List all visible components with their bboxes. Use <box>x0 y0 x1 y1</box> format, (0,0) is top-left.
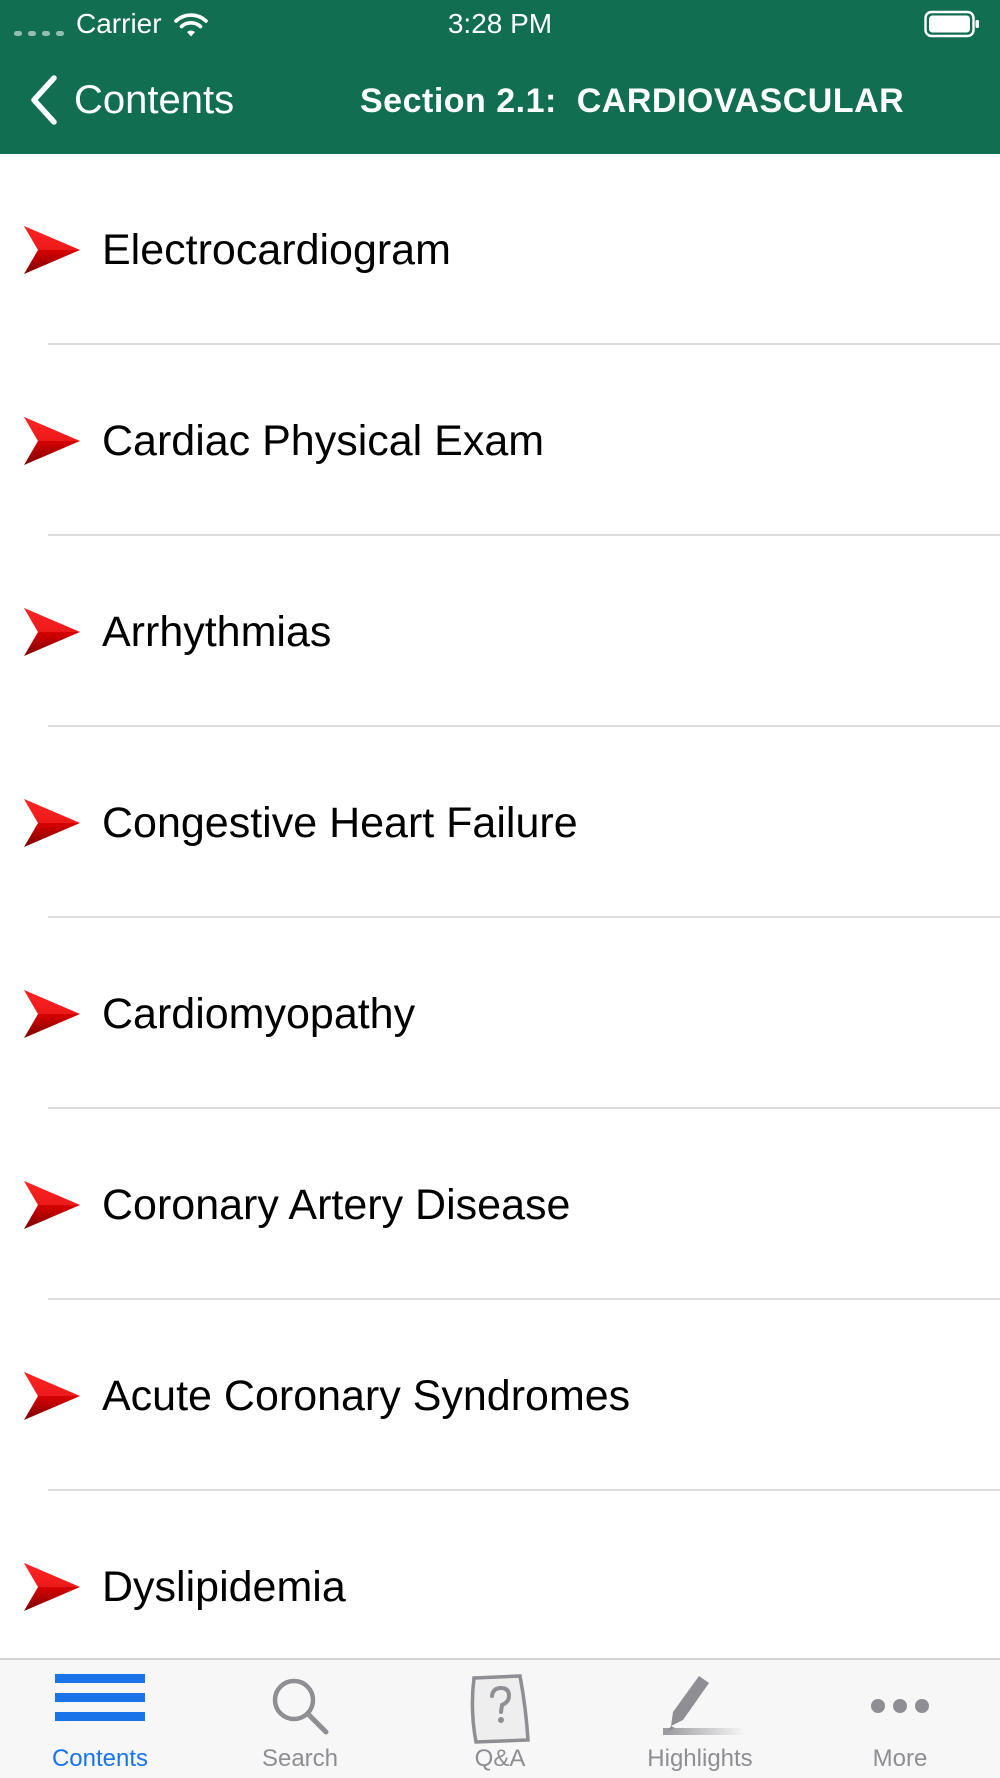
list-item-coronary-artery-disease[interactable]: Coronary Artery Disease <box>0 1109 1000 1300</box>
list-item-label: Cardiac Physical Exam <box>102 417 545 465</box>
tab-highlights[interactable]: Highlights <box>600 1660 800 1778</box>
tab-label: More <box>872 1745 928 1772</box>
tab-label: Search <box>261 1745 339 1772</box>
back-button[interactable]: Contents <box>26 68 234 132</box>
list-item-arrhythmias[interactable]: Arrhythmias <box>0 536 1000 727</box>
list-item-label: Coronary Artery Disease <box>102 1181 571 1229</box>
list-icon <box>55 1674 145 1721</box>
red-arrow-icon <box>22 606 82 658</box>
tab-search[interactable]: Search <box>200 1660 400 1778</box>
question-doc-icon <box>470 1674 530 1744</box>
tab-label: Highlights <box>647 1745 753 1772</box>
list-item-acute-coronary-syndromes[interactable]: Acute Coronary Syndromes <box>0 1300 1000 1491</box>
tab-more[interactable]: More <box>800 1660 1000 1778</box>
list-item-label: Cardiomyopathy <box>102 990 416 1038</box>
battery-icon <box>924 10 979 38</box>
tab-contents[interactable]: Contents <box>0 1660 200 1778</box>
tab-label: Contents <box>51 1745 149 1772</box>
red-arrow-icon <box>22 1370 82 1422</box>
list-item-congestive-heart-failure[interactable]: Congestive Heart Failure <box>0 727 1000 918</box>
red-arrow-icon <box>22 988 82 1040</box>
list-item-label: Congestive Heart Failure <box>102 799 578 847</box>
red-arrow-icon <box>22 224 82 276</box>
red-arrow-icon <box>22 797 82 849</box>
back-button-label: Contents <box>74 78 235 122</box>
list-item-cardiomyopathy[interactable]: Cardiomyopathy <box>0 918 1000 1109</box>
list-item-label: Acute Coronary Syndromes <box>102 1372 631 1420</box>
red-arrow-icon <box>22 1179 82 1231</box>
list-item-label: Arrhythmias <box>102 608 332 656</box>
red-arrow-icon <box>22 1561 82 1613</box>
red-arrow-icon <box>22 415 82 467</box>
tab-label: Q&A <box>474 1745 526 1772</box>
nav-bar: Contents Section 2.1: CARDIOVASCULAR <box>0 48 1000 154</box>
list-item-electrocardiogram[interactable]: Electrocardiogram <box>0 154 1000 345</box>
list-item-cardiac-physical-exam[interactable]: Cardiac Physical Exam <box>0 345 1000 536</box>
tab-qa[interactable]: Q&A <box>400 1660 600 1778</box>
status-time: 3:28 PM <box>447 8 553 39</box>
list-item-label: Dyslipidemia <box>102 1563 346 1611</box>
list-item-label: Electrocardiogram <box>102 226 451 274</box>
list-item-dyslipidemia[interactable]: Dyslipidemia <box>0 1491 1000 1658</box>
status-bar: Carrier 3:28 PM <box>0 0 1000 48</box>
app-screen: Carrier 3:28 PM Contents Section 2.1: CA… <box>0 0 1000 1778</box>
highlighter-icon <box>663 1676 745 1735</box>
page-title: Section 2.1: CARDIOVASCULAR <box>360 82 905 120</box>
chevron-left-icon <box>31 75 57 125</box>
more-dots-icon <box>871 1699 929 1713</box>
search-icon <box>272 1678 329 1735</box>
topic-list: Electrocardiogram Cardiac Physical Exam … <box>0 154 1000 1658</box>
tab-bar: Contents Search Q&A Highlights More <box>0 1658 1000 1778</box>
